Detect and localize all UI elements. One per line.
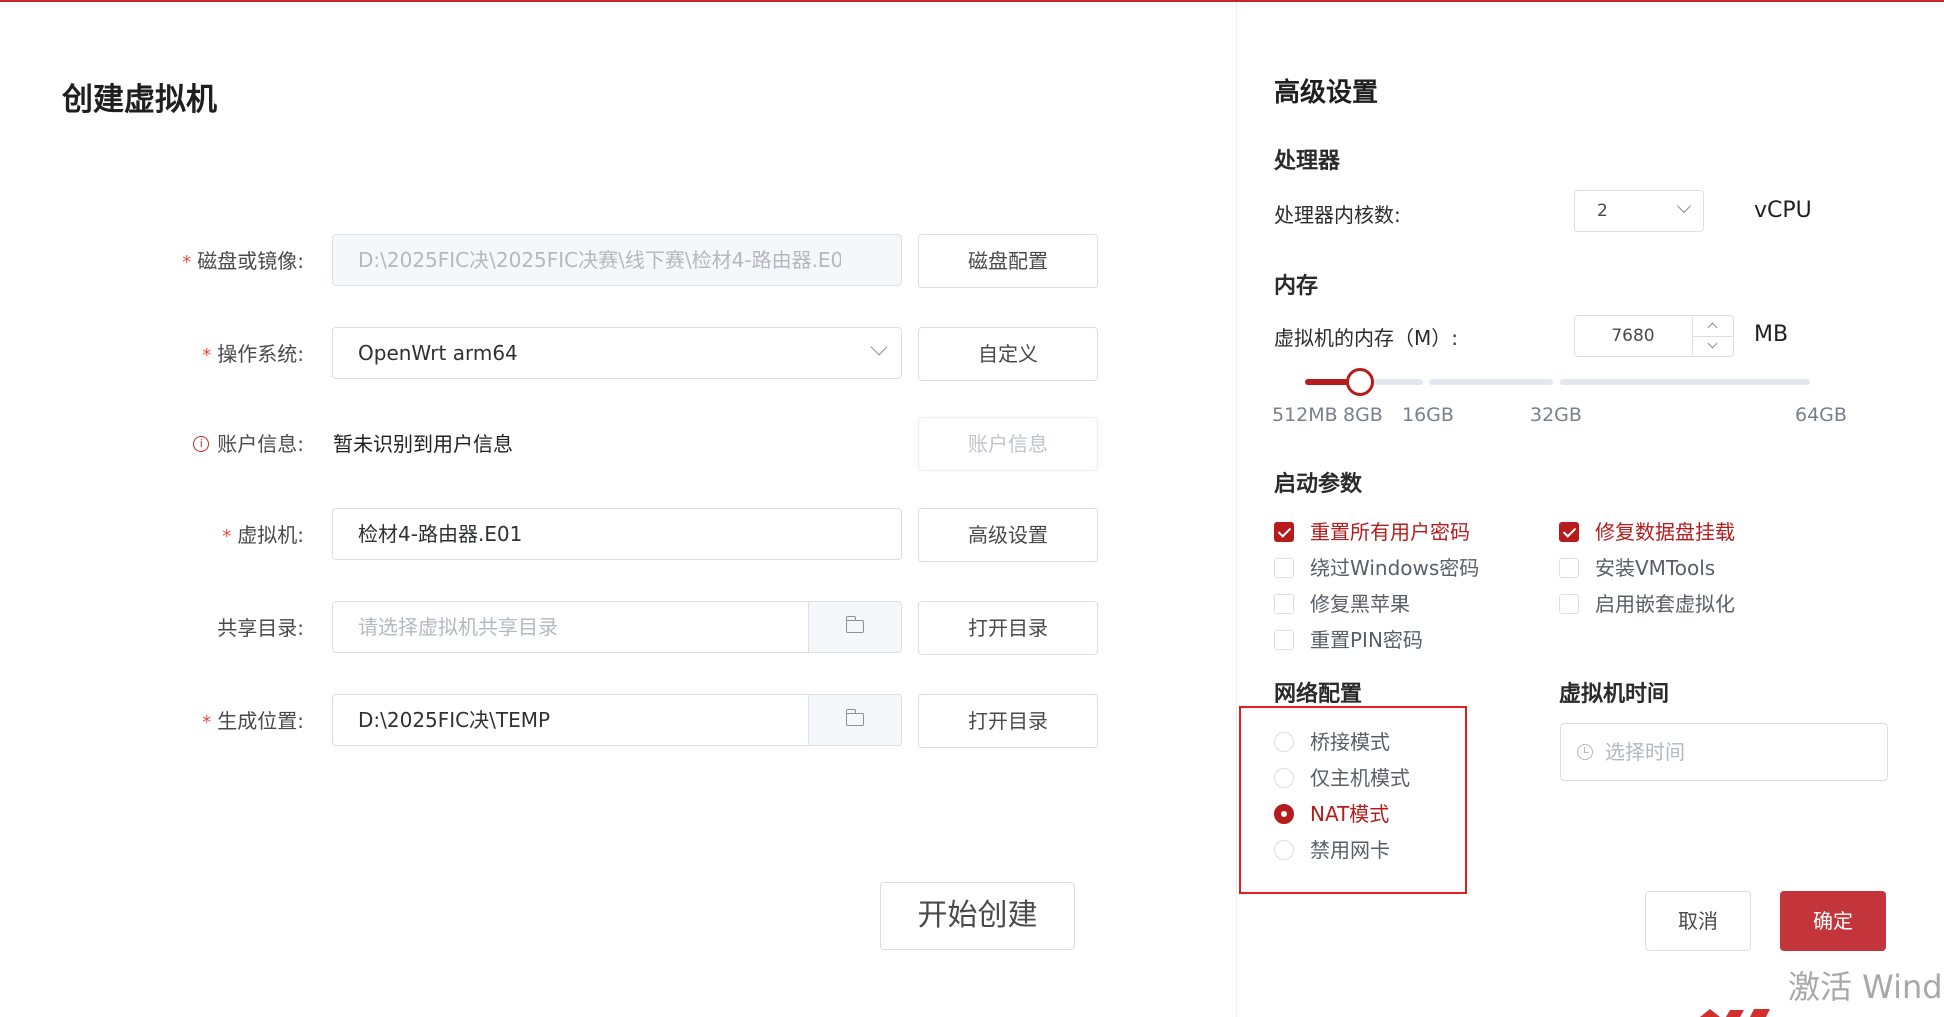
share-row: 共享目录: 请选择虚拟机共享目录 打开目录 [0,601,1110,655]
required-mark: * [202,712,212,733]
cancel-button[interactable]: 取消 [1645,891,1751,951]
decrease-button[interactable] [1693,336,1733,357]
disk-row: * 磁盘或镜像: D:\2025FIC决\2025FIC决赛\线下赛\检材4-路由… [0,234,1110,288]
memory-tick: 16GB [1402,404,1454,426]
disk-label: 磁盘或镜像: [197,249,304,273]
os-row: * 操作系统: OpenWrt arm64 自定义 [0,327,1110,381]
checkbox-icon [1274,593,1294,614]
start-create-button[interactable]: 开始创建 [880,882,1075,950]
boot-option-install-vmtools[interactable]: 安装VMTools [1559,553,1715,583]
share-dir-input[interactable]: 请选择虚拟机共享目录 [332,601,902,653]
output-row: * 生成位置: D:\2025FIC决\TEMP 打开目录 [0,694,1110,748]
boot-option-fix-hackintosh[interactable]: 修复黑苹果 [1274,589,1410,619]
checkbox-icon [1274,629,1294,650]
boot-section-title: 启动参数 [1274,472,1363,497]
share-label: 共享目录: [217,616,304,640]
cpu-cores-select[interactable]: 2 [1574,190,1704,232]
checkbox-icon [1274,521,1294,542]
disk-path-field: D:\2025FIC决\2025FIC决赛\线下赛\检材4-路由器.E01 [332,234,902,286]
memory-unit: MB [1754,322,1789,347]
panel-divider [1236,2,1237,1017]
info-icon: i [193,435,210,452]
folder-icon [845,709,864,726]
memory-input[interactable]: 7680 [1574,315,1734,357]
checkbox-icon [1559,521,1579,542]
boot-option-nested-virtualization[interactable]: 启用嵌套虚拟化 [1559,589,1735,619]
vm-row: * 虚拟机: 检材4-路由器.E01 高级设置 [0,508,1110,562]
memory-tick: 32GB [1530,404,1582,426]
open-share-dir-button[interactable]: 打开目录 [918,601,1098,655]
vm-label: 虚拟机: [237,523,304,547]
increase-button[interactable] [1693,316,1733,336]
required-mark: * [182,252,192,273]
memory-tick: 8GB [1343,404,1383,426]
output-folder-button[interactable] [808,695,901,745]
folder-icon [845,616,864,633]
vm-time-section-title: 虚拟机时间 [1559,682,1670,707]
memory-slider-handle[interactable] [1346,368,1374,396]
checkbox-icon [1559,557,1579,578]
account-row: i 账户信息: 暂未识别到用户信息 账户信息 [0,417,1110,471]
activate-windows-watermark: 激活 Windo [1788,968,1944,1006]
memory-section-title: 内存 [1274,274,1319,299]
chevron-down-icon [870,338,888,356]
output-dir-input[interactable]: D:\2025FIC决\TEMP [332,694,902,746]
top-accent-line [0,0,1944,2]
memory-tick: 512MB [1272,404,1338,426]
checkbox-icon [1559,593,1579,614]
confirm-button[interactable]: 确定 [1780,891,1886,951]
memory-tick: 64GB [1795,404,1847,426]
page-title: 创建虚拟机 [62,82,217,118]
boot-option-fix-data-disk[interactable]: 修复数据盘挂载 [1559,517,1735,547]
boot-option-bypass-windows-password[interactable]: 绕过Windows密码 [1274,553,1479,583]
account-label: 账户信息: [217,432,304,456]
cpu-section-title: 处理器 [1274,149,1341,174]
os-select[interactable]: OpenWrt arm64 [332,327,902,379]
account-info-button[interactable]: 账户信息 [918,417,1098,471]
network-section-title: 网络配置 [1274,682,1363,707]
required-mark: * [222,526,232,547]
cpu-unit: vCPU [1754,198,1812,223]
memory-slider-track[interactable] [1429,379,1553,385]
boot-option-reset-pin[interactable]: 重置PIN密码 [1274,625,1423,655]
open-output-dir-button[interactable]: 打开目录 [918,694,1098,748]
memory-slider-track[interactable] [1560,379,1810,385]
logo-fragment [1700,1009,1770,1017]
checkbox-icon [1274,557,1294,578]
os-label: 操作系统: [217,342,304,366]
highlight-annotation-box [1239,706,1467,894]
boot-option-reset-passwords[interactable]: 重置所有用户密码 [1274,517,1470,547]
share-folder-button[interactable] [808,602,901,652]
required-mark: * [202,345,212,366]
disk-config-button[interactable]: 磁盘配置 [918,234,1098,288]
advanced-settings-button[interactable]: 高级设置 [918,508,1098,562]
output-label: 生成位置: [217,709,304,733]
memory-label: 虚拟机的内存（M）: [1274,326,1458,350]
advanced-settings-title: 高级设置 [1274,78,1379,108]
vm-name-input[interactable]: 检材4-路由器.E01 [332,508,902,560]
account-status-text: 暂未识别到用户信息 [333,432,513,456]
customize-button[interactable]: 自定义 [918,327,1098,381]
vm-time-picker[interactable]: 选择时间 [1560,723,1888,781]
clock-icon [1577,744,1593,760]
chevron-down-icon [1676,198,1692,214]
cpu-cores-label: 处理器内核数: [1274,203,1401,227]
